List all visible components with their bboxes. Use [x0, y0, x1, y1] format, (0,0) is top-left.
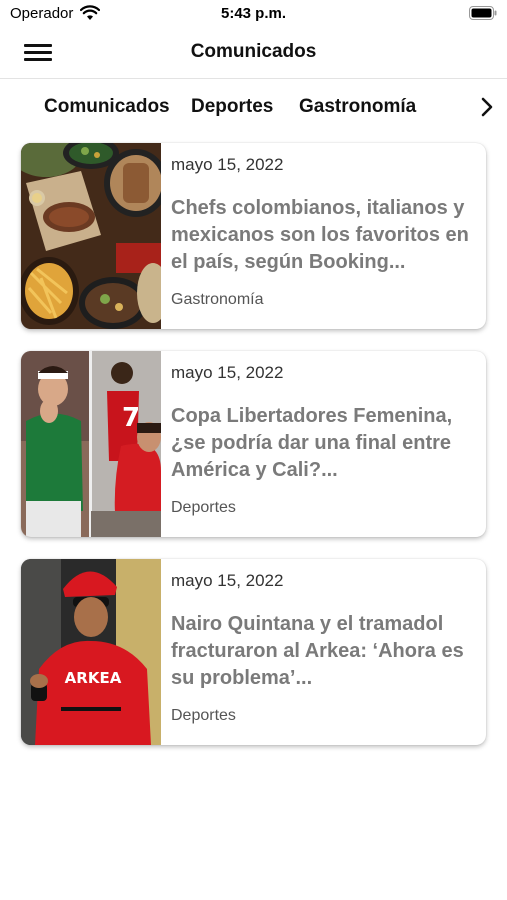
article-category: Deportes — [171, 499, 236, 516]
article-thumbnail — [21, 143, 161, 329]
tab-comunicados[interactable]: Comunicados — [44, 96, 170, 118]
article-date: mayo 15, 2022 — [171, 155, 284, 174]
article-category: Deportes — [171, 707, 236, 724]
tab-gastronomia[interactable]: Gastronomía — [299, 96, 416, 118]
article-category: Gastronomía — [171, 291, 264, 308]
article-thumbnail: 7 — [21, 351, 161, 537]
chevron-right-icon[interactable] — [476, 96, 498, 118]
category-tabs: Comunicados Deportes Gastronomía — [0, 80, 507, 136]
jersey-logo-text: ARKEA — [65, 669, 122, 687]
article-date: mayo 15, 2022 — [171, 363, 284, 382]
hamburger-menu-icon[interactable] — [24, 42, 54, 64]
article-date: mayo 15, 2022 — [171, 571, 284, 590]
news-card[interactable]: ARKEA mayo 15, 2022 Nairo Quintana y el … — [21, 559, 486, 745]
battery-icon — [469, 6, 497, 20]
article-title[interactable]: Copa Libertadores Femenina, ¿se podría d… — [171, 403, 476, 484]
tab-deportes[interactable]: Deportes — [191, 96, 273, 118]
news-card[interactable]: mayo 15, 2022 Chefs colombianos, italian… — [21, 143, 486, 329]
news-card[interactable]: 7 mayo 15, 2022 Copa Libertadores Femeni… — [21, 351, 486, 537]
article-thumbnail: ARKEA — [21, 559, 161, 745]
status-bar: Operador 5:43 p.m. — [0, 0, 507, 28]
status-time: 5:43 p.m. — [220, 5, 287, 22]
navigation-bar: Comunicados — [0, 28, 507, 79]
article-title[interactable]: Nairo Quintana y el tramadol fracturaron… — [171, 611, 476, 692]
article-title[interactable]: Chefs colombianos, italianos y mexicanos… — [171, 195, 476, 276]
page-title: Comunicados — [190, 41, 317, 62]
